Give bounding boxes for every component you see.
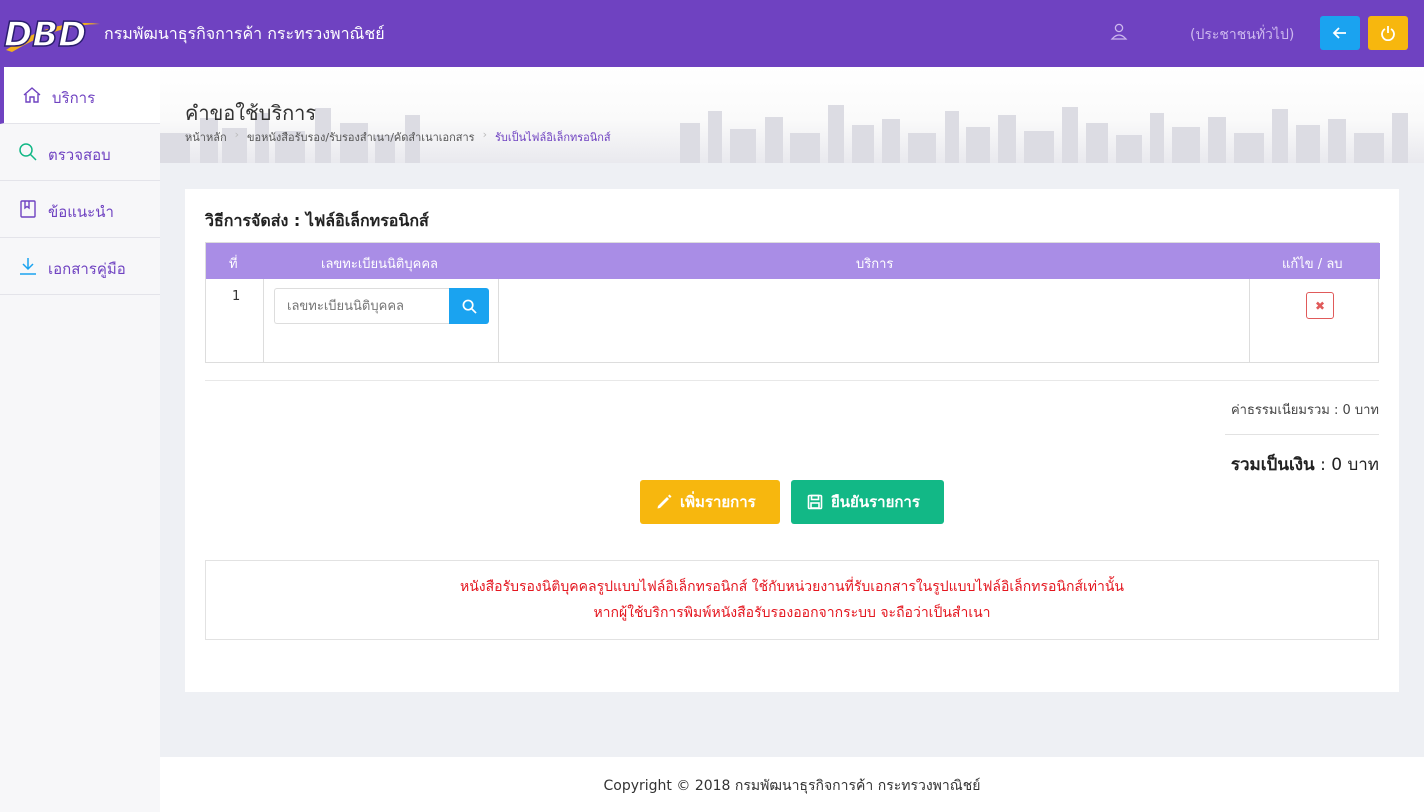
column-divider xyxy=(263,279,264,363)
sidebar-item-manuals[interactable]: เอกสารคู่มือ xyxy=(0,238,160,295)
breadcrumb-home[interactable]: หน้าหลัก xyxy=(185,128,227,146)
notice-line: หนังสือรับรองนิติบุคคลรูปแบบไฟล์อิเล็กทร… xyxy=(459,579,1124,595)
sidebar-item-advice[interactable]: ข้อแนะนำ xyxy=(0,181,160,238)
request-card: วิธีการจัดส่ง : ไฟล์อิเล็กทรอนิกส์ ที่ เ… xyxy=(185,189,1399,692)
col-header-service: บริการ xyxy=(856,257,894,272)
table-header: ที่ เลขทะเบียนนิติบุคคล บริการ แก้ไข / ล… xyxy=(206,243,1380,279)
back-button[interactable] xyxy=(1320,16,1360,50)
add-item-button[interactable]: เพิ่มรายการ xyxy=(640,480,780,524)
request-table: ที่ เลขทะเบียนนิติบุคคล บริการ แก้ไข / ล… xyxy=(205,242,1380,363)
close-icon: ✖ xyxy=(1314,298,1326,313)
divider xyxy=(205,380,1379,381)
top-bar: DBD กรมพัฒนาธุรกิจการค้า กระทรวงพาณิชย์ … xyxy=(0,0,1424,67)
breadcrumb-separator: › xyxy=(234,128,240,141)
logout-button[interactable] xyxy=(1368,16,1408,50)
arrow-left-icon xyxy=(1332,27,1346,39)
book-icon xyxy=(18,199,38,219)
sidebar-item-label: เอกสารคู่มือ xyxy=(48,260,126,278)
breadcrumb-current: รับเป็นไฟล์อิเล็กทรอนิกส์ xyxy=(495,131,611,144)
page-banner: คำขอใช้บริการ หน้าหลัก › ขอหนังสือรับรอง… xyxy=(160,67,1424,163)
copyright-text: Copyright © 2018 กรมพัฒนาธุรกิจการค้า กร… xyxy=(603,778,981,794)
confirm-items-button[interactable]: ยืนยันรายการ xyxy=(791,480,944,524)
notice-line: หากผู้ใช้บริการพิมพ์หนังสือรับรองออกจากร… xyxy=(593,605,991,621)
registration-number-input[interactable] xyxy=(274,288,450,324)
download-icon xyxy=(18,256,38,276)
power-icon xyxy=(1381,26,1395,41)
fee-total: ค่าธรรมเนียมรวม : 0 บาท xyxy=(1230,403,1379,418)
delete-row-button[interactable]: ✖ xyxy=(1306,292,1334,319)
grand-total-label: รวมเป็นเงิน xyxy=(1230,455,1315,475)
save-icon xyxy=(807,494,823,510)
dbd-logo[interactable]: DBD xyxy=(2,10,102,56)
column-divider xyxy=(498,279,499,363)
delivery-method-heading: วิธีการจัดส่ง : ไฟล์อิเล็กทรอนิกส์ xyxy=(205,211,429,230)
confirm-items-label: ยืนยันรายการ xyxy=(831,493,920,511)
page-title: คำขอใช้บริการ xyxy=(185,101,317,125)
breadcrumb-separator: › xyxy=(482,128,487,141)
sidebar-item-check[interactable]: ตรวจสอบ xyxy=(0,124,160,181)
sidebar-item-label: บริการ xyxy=(52,89,96,107)
notice-box: หนังสือรับรองนิติบุคคลรูปแบบไฟล์อิเล็กทร… xyxy=(205,560,1379,640)
search-icon xyxy=(18,142,38,162)
col-header-reg-no: เลขทะเบียนนิติบุคคล xyxy=(321,257,438,272)
add-item-label: เพิ่มรายการ xyxy=(680,493,756,511)
sidebar: บริการ ตรวจสอบ ข้อแนะนำ เอกสารคู่มือ xyxy=(0,67,160,812)
col-header-no: ที่ xyxy=(229,257,238,272)
home-icon xyxy=(22,85,42,105)
grand-total: รวมเป็นเงิน : 0 บาท xyxy=(1231,451,1379,478)
column-divider xyxy=(1249,279,1250,363)
grand-total-value: : 0 บาท xyxy=(1320,455,1379,475)
logo-text: DBD xyxy=(4,15,86,55)
search-icon xyxy=(462,299,477,314)
user-role[interactable]: (ประชาชนทั่วไป) xyxy=(1190,24,1294,46)
breadcrumb: หน้าหลัก › ขอหนังสือรับรอง/รับรองสำเนา/ค… xyxy=(185,128,611,146)
sidebar-item-services[interactable]: บริการ xyxy=(0,67,160,124)
sidebar-item-label: ตรวจสอบ xyxy=(48,146,111,164)
col-header-edit-delete: แก้ไข / ลบ xyxy=(1282,257,1343,272)
user-icon[interactable] xyxy=(1110,22,1130,42)
pencil-icon xyxy=(657,494,672,509)
footer: Copyright © 2018 กรมพัฒนาธุรกิจการค้า กร… xyxy=(160,757,1424,812)
divider xyxy=(1225,434,1379,435)
org-title: กรมพัฒนาธุรกิจการค้า กระทรวงพาณิชย์ xyxy=(104,24,385,43)
row-number: 1 xyxy=(232,289,241,304)
sidebar-item-label: ข้อแนะนำ xyxy=(48,203,114,221)
search-registration-button[interactable] xyxy=(449,288,489,324)
breadcrumb-category[interactable]: ขอหนังสือรับรอง/รับรองสำเนา/คัดสำเนาเอกส… xyxy=(247,128,475,146)
